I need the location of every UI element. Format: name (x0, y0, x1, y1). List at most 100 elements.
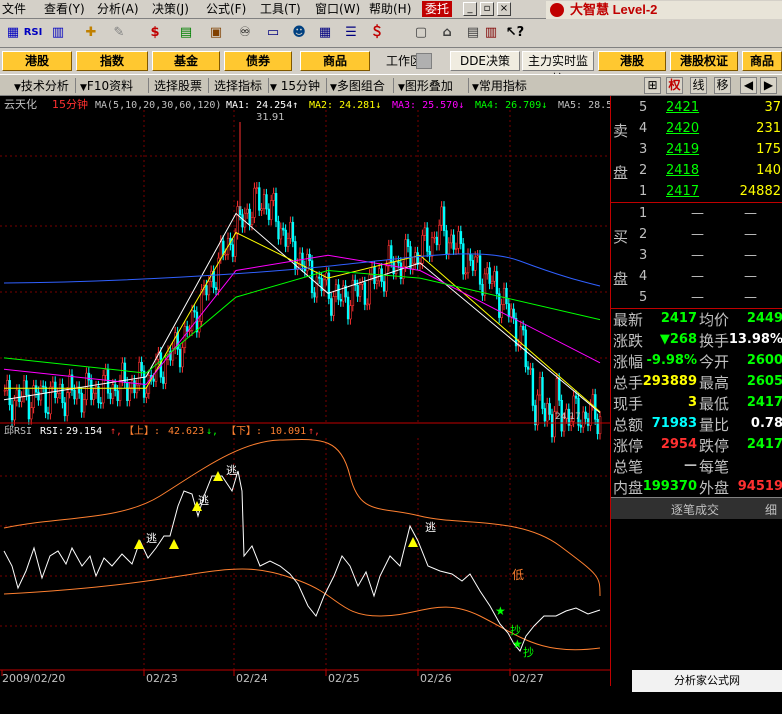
bank-icon[interactable]: ⌂ (436, 22, 458, 44)
tab-multi-chart[interactable]: ▼多图组合 (330, 77, 385, 95)
candle-body (361, 282, 364, 285)
tick-detail-button[interactable]: 逐笔成交 (671, 501, 719, 518)
high-price-label: 31.91 (256, 112, 285, 123)
restore-icon[interactable]: ▫ (480, 2, 494, 16)
sector-hk-warrant[interactable]: 港股权证 (670, 51, 738, 71)
tab-common-indicator[interactable]: ▼常用指标 (472, 77, 527, 95)
sector-dde[interactable]: DDE决策 (450, 51, 520, 71)
sector-hk-stock[interactable]: 港股 (2, 51, 72, 71)
left-arrow-icon[interactable]: ◀ (740, 77, 757, 94)
candle-body (87, 372, 91, 381)
candle-body (488, 267, 491, 284)
candle-body (327, 272, 331, 299)
sector-hk-stock-2[interactable]: 港股 (598, 51, 666, 71)
tab-select-indicator[interactable]: 选择指标 (214, 77, 262, 95)
chart-area[interactable]: 云天化 15分钟 MA(5,10,20,30,60,120) MA1: 24.2… (0, 96, 612, 686)
tab-tech-analysis[interactable]: ▼技术分析 (14, 77, 69, 95)
tab-f10[interactable]: ▼F10资料 (80, 77, 133, 95)
dollar2-icon[interactable]: ＄ (366, 22, 388, 44)
menu-trade[interactable]: 委托 (422, 1, 453, 17)
candle-body (56, 392, 59, 399)
x-tick-label: 02/25 (328, 672, 360, 685)
sector-fund[interactable]: 基金 (152, 51, 220, 71)
menu-file[interactable]: 文件 (2, 1, 26, 17)
buy-level-row[interactable]: 5 — — (611, 288, 782, 309)
tab-weight[interactable]: 权 (666, 77, 683, 94)
buy-volume: — (744, 290, 757, 305)
quote-value: 293889 (642, 374, 697, 389)
list-icon[interactable]: ☰ (340, 22, 362, 44)
tab-move[interactable]: 移 (714, 77, 731, 94)
buy-volume: — (744, 248, 757, 263)
candle-body (598, 416, 602, 435)
candle-body (44, 386, 47, 413)
buy-level-row[interactable]: 3 — — (611, 246, 782, 267)
menu-help[interactable]: 帮助(H) (369, 1, 411, 17)
candle-body (502, 287, 506, 305)
ruler-icon[interactable]: ✎ (108, 22, 130, 44)
sector-commodity-2[interactable]: 商品 (742, 51, 782, 71)
grid-icon[interactable]: ▦ (2, 22, 24, 44)
sector-index[interactable]: 指数 (76, 51, 148, 71)
candle-body (267, 208, 271, 220)
sector-main-monitor[interactable]: 主力实时监控 (522, 51, 594, 86)
rsi-upper-arrow: ↓, (206, 426, 218, 437)
dollar-icon[interactable]: $ (144, 22, 166, 44)
rsi-icon[interactable]: RSI (22, 22, 44, 44)
buy-level-row[interactable]: 2 — — (611, 225, 782, 246)
people-icon[interactable]: ☻ (288, 22, 310, 44)
menu-analysis[interactable]: 分析(A) (97, 1, 139, 17)
chart-svg[interactable]: 云天化 15分钟 MA(5,10,20,30,60,120) MA1: 24.2… (0, 96, 612, 686)
menu-tools[interactable]: 工具(T) (260, 1, 301, 17)
window-icon[interactable]: ▢ (410, 22, 432, 44)
tab-period[interactable]: ▼ 15分钟 (270, 77, 320, 95)
candle-body (106, 369, 110, 394)
candle-body (212, 270, 215, 288)
tab-line[interactable]: 线 (690, 77, 707, 94)
tab-select-stock[interactable]: 选择股票 (154, 77, 202, 95)
minimize-icon[interactable]: _ (463, 2, 477, 16)
candle-body (262, 194, 266, 210)
menu-formula[interactable]: 公式(F) (206, 1, 246, 17)
candle-body (241, 214, 244, 228)
tick-side-tab[interactable]: 细 (765, 501, 777, 518)
binoculars-icon[interactable]: ♾ (234, 22, 256, 44)
sell-level-row[interactable]: 5 2421 37 (611, 98, 782, 119)
candle-body (411, 262, 415, 270)
close-icon[interactable]: × (497, 2, 511, 16)
sell-level-row[interactable]: 2 2418 140 (611, 161, 782, 182)
buy-level-row[interactable]: 1 — — (611, 204, 782, 225)
sell-level-row[interactable]: 4 2420 231 (611, 119, 782, 140)
menu-window[interactable]: 窗口(W) (315, 1, 360, 17)
candle-body (162, 376, 165, 384)
rsi-lower-arrow: ↑, (308, 426, 320, 437)
candle-body (46, 412, 50, 415)
chart-icon[interactable]: ▤ (175, 22, 197, 44)
sell-level-row[interactable]: 3 2419 175 (611, 140, 782, 161)
books-icon[interactable]: ▥ (480, 22, 502, 44)
tab-overlay[interactable]: ▼图形叠加 (398, 77, 453, 95)
menu-view[interactable]: 查看(Y) (44, 1, 85, 17)
candle-body (404, 239, 407, 267)
candle-body (49, 386, 52, 415)
candle-body (20, 396, 23, 402)
buy-price: — (691, 269, 704, 284)
sector-commodity[interactable]: 商品 (300, 51, 370, 71)
crosshair-icon[interactable]: ✚ (80, 22, 102, 44)
table-icon[interactable]: ▦ (314, 22, 336, 44)
right-arrow-icon[interactable]: ▶ (760, 77, 777, 94)
help-pointer-icon[interactable]: ↖? (504, 22, 526, 44)
candle-body (123, 362, 127, 383)
buy-level-row[interactable]: 4 — — (611, 267, 782, 288)
monitor-icon[interactable]: ▭ (262, 22, 284, 44)
sell-level-row[interactable]: 1 2417 24882 (611, 182, 782, 203)
quote-label: 量比 (699, 416, 730, 434)
dropdown-icon: ▼ (472, 83, 479, 93)
book-icon[interactable]: ▣ (205, 22, 227, 44)
bar-chart-icon[interactable]: ▥ (47, 22, 69, 44)
plus-icon[interactable]: ⊞ (644, 77, 661, 94)
sector-bond[interactable]: 债券 (224, 51, 292, 71)
workspace-icon[interactable] (416, 53, 432, 69)
menu-decision[interactable]: 决策(J) (152, 1, 189, 17)
candle-body (250, 217, 254, 225)
